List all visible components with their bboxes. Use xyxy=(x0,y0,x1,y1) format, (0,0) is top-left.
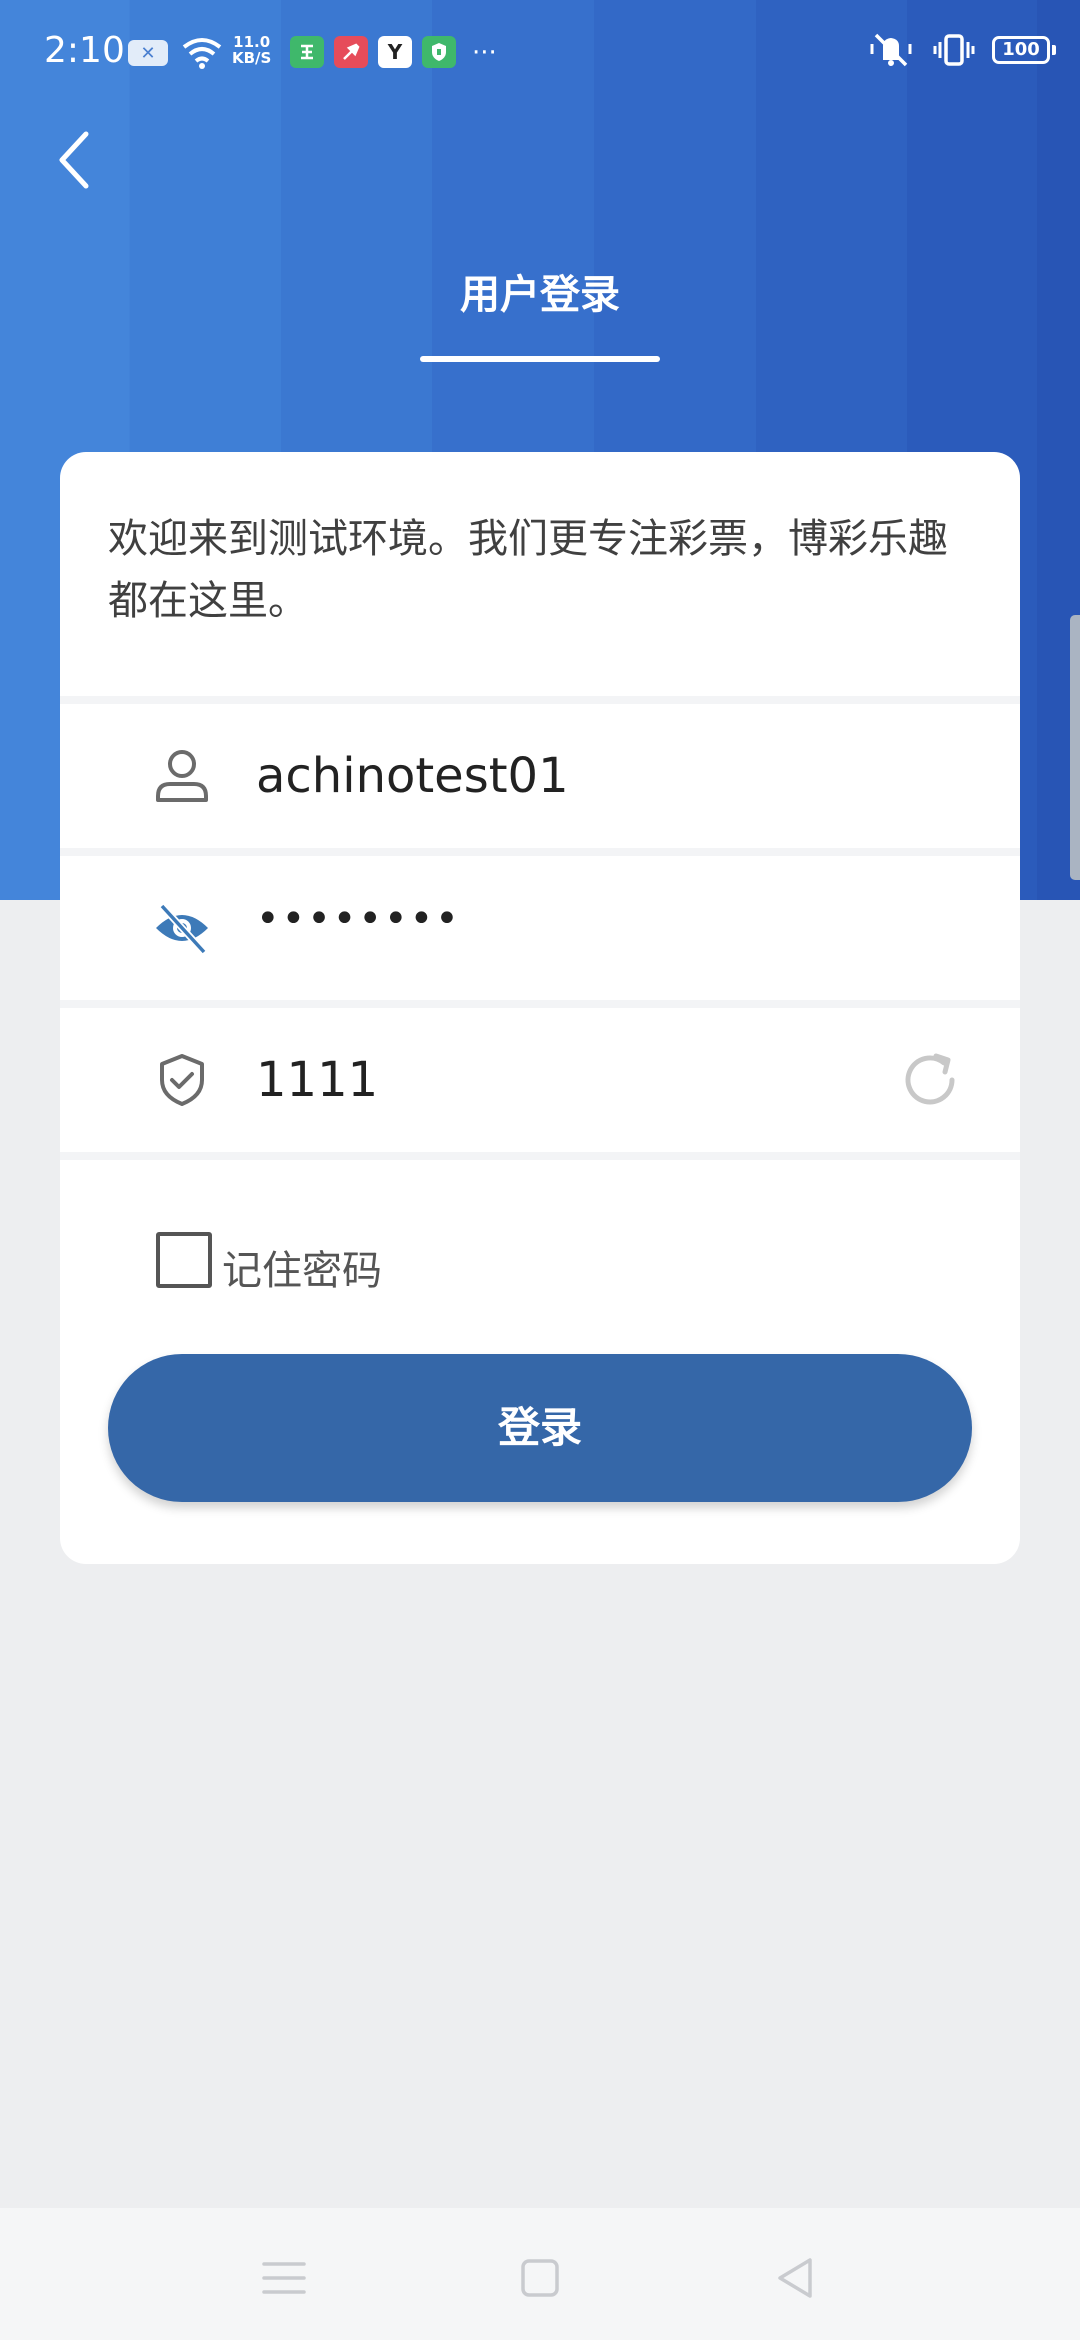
remember-label: 记住密码 xyxy=(222,1248,382,1294)
divider xyxy=(60,1152,1020,1160)
divider xyxy=(60,1000,1020,1008)
more-notifications-icon: ··· xyxy=(472,38,497,68)
back-button[interactable] xyxy=(50,128,100,192)
password-field[interactable]: •••••••• xyxy=(60,856,1020,1000)
welcome-text: 欢迎来到测试环境。我们更专注彩票，博彩乐趣都在这里。 xyxy=(108,516,948,624)
status-bar: 2:10 ✕ 11.0 KB/S Y ··· 100 xyxy=(0,0,1080,110)
app-icon-red xyxy=(334,36,368,68)
scrollbar[interactable] xyxy=(1070,615,1080,880)
battery-tip xyxy=(1052,45,1056,55)
sim-icon: ✕ xyxy=(128,40,168,66)
net-speed-unit: KB/S xyxy=(232,49,272,67)
captcha-field[interactable]: 1111 xyxy=(60,1008,1020,1152)
shield-check-icon xyxy=(160,1054,204,1106)
username-field[interactable]: achinotest01 xyxy=(60,704,1020,848)
title-underline xyxy=(420,356,660,362)
menu-icon[interactable] xyxy=(254,2248,314,2308)
net-speed: 11.0 KB/S xyxy=(232,34,271,66)
vibrate-icon xyxy=(933,34,975,66)
status-time: 2:10 xyxy=(44,30,125,71)
chevron-left-icon xyxy=(59,131,89,189)
divider xyxy=(60,696,1020,704)
app-icon-green xyxy=(290,36,324,68)
net-speed-value: 11.0 xyxy=(233,33,271,51)
login-button[interactable]: 登录 xyxy=(108,1354,972,1502)
refresh-icon[interactable] xyxy=(896,1046,964,1114)
home-icon[interactable] xyxy=(510,2248,570,2308)
back-triangle-icon[interactable] xyxy=(766,2248,826,2308)
battery-indicator: 100 xyxy=(992,36,1050,64)
captcha-value: 1111 xyxy=(256,1052,379,1108)
mute-icon xyxy=(870,33,912,67)
login-card: 欢迎来到测试环境。我们更专注彩票，博彩乐趣都在这里。 achinotest01 … xyxy=(60,452,1020,1564)
shield-app-icon xyxy=(422,36,456,68)
username-value: achinotest01 xyxy=(256,748,569,804)
app-icon-y: Y xyxy=(378,36,412,68)
navigation-bar xyxy=(0,2208,1080,2340)
page-title: 用户登录 xyxy=(460,272,620,318)
eye-off-icon[interactable] xyxy=(152,898,212,958)
wifi-icon xyxy=(182,38,222,69)
user-icon xyxy=(156,750,208,802)
remember-checkbox[interactable] xyxy=(156,1232,212,1288)
password-value: •••••••• xyxy=(256,896,461,942)
divider xyxy=(60,848,1020,856)
